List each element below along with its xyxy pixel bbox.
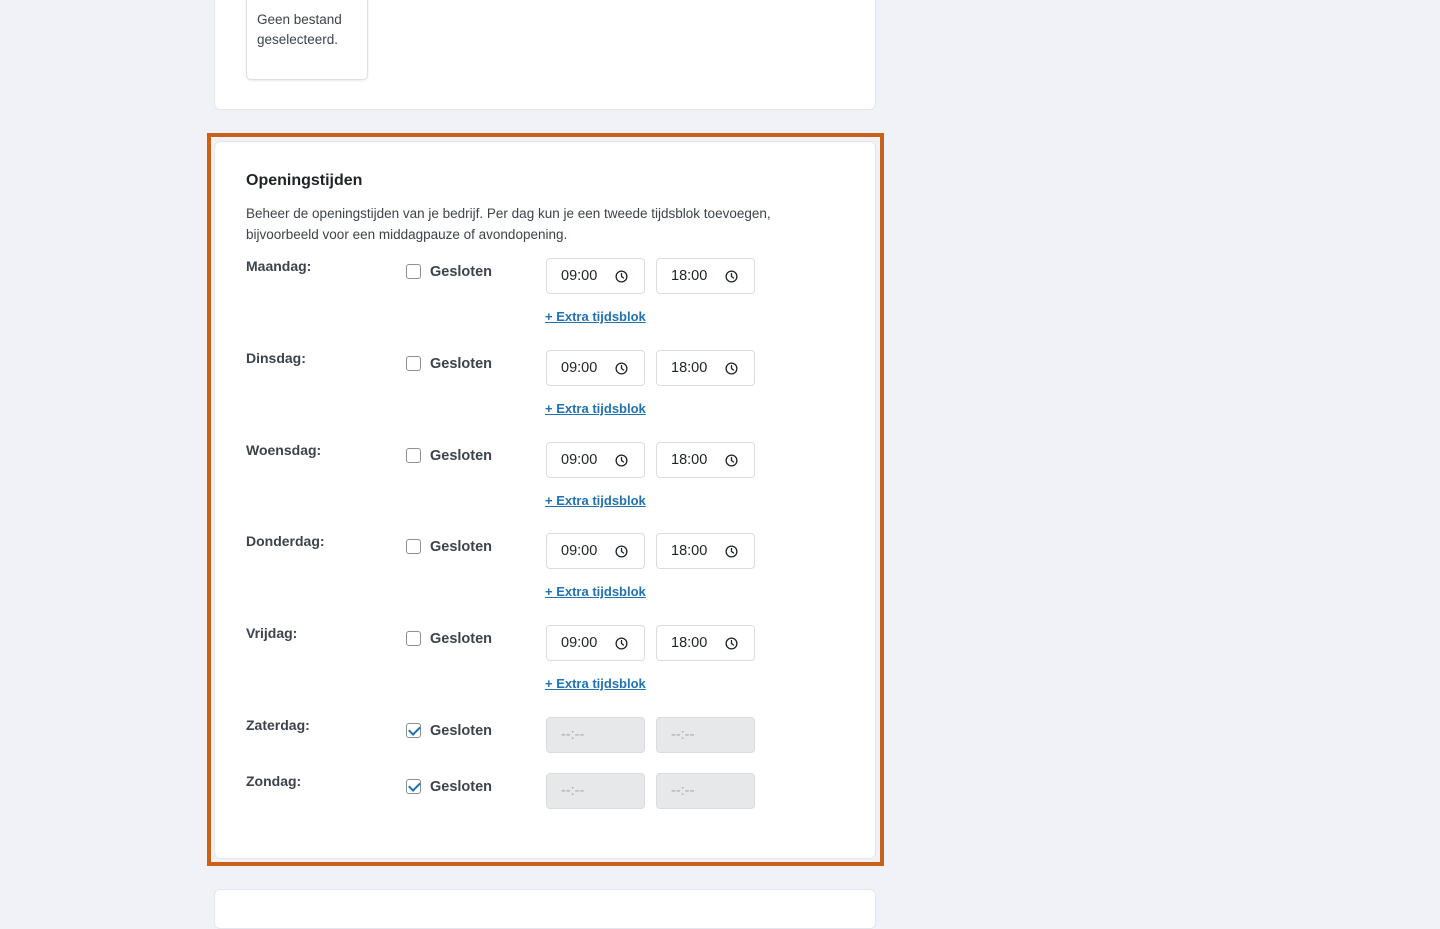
clock-icon (615, 362, 628, 375)
closed-toggle-dinsdag[interactable]: Gesloten (406, 355, 493, 372)
day-label-zondag: Zondag: (246, 773, 302, 789)
day-label-vrijdag: Vrijdag: (246, 625, 298, 641)
close-time-value: --:-- (671, 727, 695, 743)
clock-icon (725, 362, 738, 375)
closed-checkbox[interactable] (406, 538, 421, 554)
closed-checkbox[interactable] (406, 722, 421, 738)
open-time-value: 09:00 (561, 452, 598, 468)
open-time-value: 09:00 (561, 635, 598, 651)
closed-checkbox[interactable] (406, 447, 421, 463)
clock-icon (725, 637, 738, 650)
close-time-input-zondag: --:-- (656, 773, 755, 809)
close-time-input-maandag[interactable]: 18:00 (656, 258, 755, 294)
clock-icon (725, 545, 738, 558)
closed-toggle-woensdag[interactable]: Gesloten (406, 447, 493, 464)
day-label-dinsdag: Dinsdag: (246, 350, 306, 366)
closed-label: Gesloten (430, 539, 493, 555)
close-time-input-donderdag[interactable]: 18:00 (656, 533, 755, 569)
close-time-input-dinsdag[interactable]: 18:00 (656, 350, 755, 386)
open-time-value: --:-- (561, 783, 585, 799)
clock-icon (615, 454, 628, 467)
closed-checkbox[interactable] (406, 355, 421, 371)
clock-icon (725, 270, 738, 283)
open-time-input-vrijdag[interactable]: 09:00 (546, 625, 645, 661)
add-extra-block-link-maandag[interactable]: + Extra tijdsblok (545, 309, 646, 324)
close-time-input-vrijdag[interactable]: 18:00 (656, 625, 755, 661)
closed-label: Gesloten (430, 264, 493, 280)
section-title: Openingstijden (246, 172, 363, 189)
day-label-maandag: Maandag: (246, 258, 312, 274)
open-time-value: 09:00 (561, 268, 598, 284)
closed-toggle-maandag[interactable]: Gesloten (406, 263, 493, 280)
close-time-input-zaterdag: --:-- (656, 717, 755, 753)
add-extra-block-link-woensdag[interactable]: + Extra tijdsblok (545, 493, 646, 508)
closed-toggle-zondag[interactable]: Gesloten (406, 778, 493, 795)
clock-icon (615, 270, 628, 283)
open-time-value: 09:00 (561, 360, 598, 376)
closed-label: Gesloten (430, 779, 493, 795)
closed-checkbox[interactable] (406, 630, 421, 646)
closed-label: Gesloten (430, 631, 493, 647)
open-time-input-dinsdag[interactable]: 09:00 (546, 350, 645, 386)
closed-checkbox[interactable] (406, 263, 421, 279)
closed-toggle-vrijdag[interactable]: Gesloten (406, 630, 493, 647)
closed-toggle-zaterdag[interactable]: Gesloten (406, 722, 493, 739)
close-time-input-woensdag[interactable]: 18:00 (656, 442, 755, 478)
close-time-value: 18:00 (671, 360, 708, 376)
open-time-input-maandag[interactable]: 09:00 (546, 258, 645, 294)
open-time-input-zaterdag: --:-- (546, 717, 645, 753)
file-upload-status-text: Geen bestand geselecteerd. (257, 12, 342, 47)
closed-label: Gesloten (430, 448, 493, 464)
clock-icon (725, 454, 738, 467)
close-time-value: 18:00 (671, 543, 708, 559)
close-time-value: --:-- (671, 783, 695, 799)
closed-label: Gesloten (430, 723, 493, 739)
closed-checkbox[interactable] (406, 778, 421, 794)
closed-label: Gesloten (430, 356, 493, 372)
clock-icon (615, 545, 628, 558)
add-extra-block-link-vrijdag[interactable]: + Extra tijdsblok (545, 676, 646, 691)
open-time-value: 09:00 (561, 543, 598, 559)
clock-icon (615, 637, 628, 650)
opening-hours-card: Openingstijden Beheer de openingstijden … (214, 141, 876, 859)
open-time-input-woensdag[interactable]: 09:00 (546, 442, 645, 478)
close-time-value: 18:00 (671, 268, 708, 284)
open-time-input-zondag: --:-- (546, 773, 645, 809)
next-section-card (214, 889, 876, 929)
file-upload-card: Geen bestand geselecteerd. (214, 0, 876, 110)
close-time-value: 18:00 (671, 452, 708, 468)
open-time-value: --:-- (561, 727, 585, 743)
day-label-woensdag: Woensdag: (246, 442, 322, 458)
open-time-input-donderdag[interactable]: 09:00 (546, 533, 645, 569)
day-label-donderdag: Donderdag: (246, 533, 325, 549)
file-upload-status[interactable]: Geen bestand geselecteerd. (246, 0, 368, 80)
section-description: Beheer de openingstijden van je bedrijf.… (246, 206, 771, 242)
add-extra-block-link-dinsdag[interactable]: + Extra tijdsblok (545, 401, 646, 416)
add-extra-block-link-donderdag[interactable]: + Extra tijdsblok (545, 584, 646, 599)
day-label-zaterdag: Zaterdag: (246, 717, 310, 733)
closed-toggle-donderdag[interactable]: Gesloten (406, 538, 493, 555)
close-time-value: 18:00 (671, 635, 708, 651)
